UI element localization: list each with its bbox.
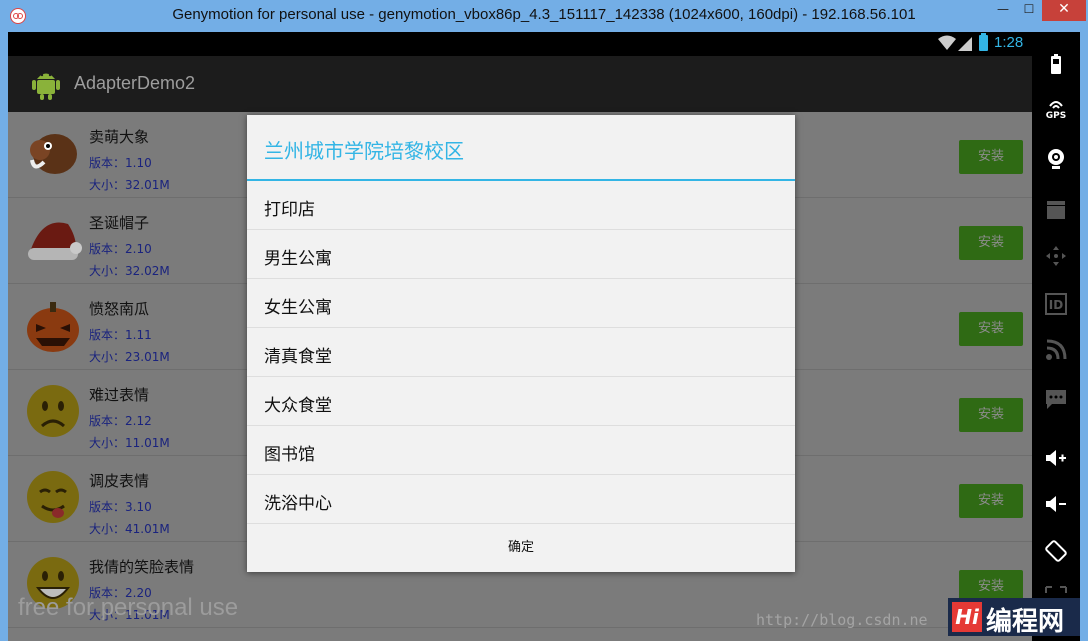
sad-face-icon: [27, 385, 79, 437]
dialog-item[interactable]: 清真食堂: [247, 328, 795, 377]
dialog-item[interactable]: 男生公寓: [247, 230, 795, 279]
signal-icon: [958, 37, 972, 51]
install-button[interactable]: 安装: [959, 484, 1023, 518]
status-time: 1:28: [994, 34, 1024, 51]
minimize-button[interactable]: —: [990, 0, 1016, 21]
battery-icon: [979, 33, 988, 51]
window-title: Genymotion for personal use - genymotion…: [172, 6, 916, 23]
dialog-item[interactable]: 女生公寓: [247, 279, 795, 328]
volume-up-icon[interactable]: [1044, 446, 1068, 470]
action-bar: AdapterDemo2: [8, 56, 1032, 112]
device-id-label: ID: [1048, 298, 1064, 312]
app-size: 大小：32.02M: [89, 264, 170, 278]
screencast-icon[interactable]: [1044, 197, 1068, 221]
battery-widget-icon[interactable]: [1044, 52, 1068, 76]
window-frame-left: [0, 32, 8, 641]
app-name: 圣诞帽子: [89, 214, 150, 232]
app-version: 版本：1.10: [89, 156, 152, 170]
app-name: 卖萌大象: [89, 128, 150, 146]
app-version: 版本：2.12: [89, 414, 152, 428]
install-button[interactable]: 安装: [959, 398, 1023, 432]
close-button[interactable]: ✕: [1042, 0, 1086, 21]
dialog-item-label: 大众食堂: [264, 396, 332, 416]
app-version: 版本：2.10: [89, 242, 152, 256]
app-size: 大小：32.01M: [89, 178, 170, 192]
dialog-item-label: 男生公寓: [264, 249, 332, 269]
rotate-icon[interactable]: [1044, 539, 1068, 563]
app-name: 难过表情: [89, 386, 150, 404]
site-logo-mark: Hi: [952, 602, 982, 632]
android-robot-icon[interactable]: [28, 66, 64, 102]
app-version: 版本：1.11: [89, 328, 152, 342]
dialog-item[interactable]: 图书馆: [247, 426, 795, 475]
pumpkin-icon: [27, 302, 79, 352]
app-title: AdapterDemo2: [74, 73, 196, 93]
window-titlebar: Genymotion for personal use - genymotion…: [0, 0, 1088, 32]
elephant-icon: [30, 134, 77, 174]
app-size: 大小：41.01M: [89, 522, 170, 536]
dialog-title: 兰州城市学院培黎校区: [264, 139, 464, 163]
sms-icon[interactable]: [1044, 387, 1068, 411]
scale-icon[interactable]: [1044, 585, 1068, 599]
rss-icon[interactable]: [1044, 338, 1068, 362]
webcam-icon[interactable]: [1044, 147, 1068, 171]
gps-icon[interactable]: [1044, 98, 1068, 112]
gps-label: GPS: [1045, 111, 1067, 121]
genymotion-toolbar: GPS ID: [1032, 32, 1080, 641]
dialog-item[interactable]: 大众食堂: [247, 377, 795, 426]
dialog-item-label: 清真食堂: [264, 347, 332, 367]
dialog-title-bar: 兰州城市学院培黎校区: [247, 115, 795, 181]
dialog-item-label: 打印店: [264, 200, 315, 220]
dialog-item-label: 图书馆: [264, 445, 315, 465]
emulator-screen: 1:28 AdapterDemo2 卖萌大象 版本：1.10 大小：32.01M: [8, 32, 1032, 641]
app-name: 我倩的笑脸表情: [89, 558, 195, 576]
dpad-icon[interactable]: [1044, 244, 1068, 268]
app-version: 版本：3.10: [89, 500, 152, 514]
dialog-item-label: 女生公寓: [264, 298, 332, 318]
personal-use-watermark: free for personal use: [18, 594, 239, 621]
app-name: 愤怒南瓜: [89, 300, 150, 318]
dialog-item-label: 洗浴中心: [264, 494, 332, 514]
site-logo: Hi 编程网: [948, 598, 1080, 637]
csdn-watermark: http://blog.csdn.ne: [756, 611, 928, 629]
app-name: 调皮表情: [89, 472, 150, 490]
maximize-button[interactable]: ☐: [1016, 0, 1042, 21]
status-bar: 1:28: [8, 32, 1032, 56]
site-logo-text: 编程网: [986, 607, 1065, 637]
campus-dialog: 兰州城市学院培黎校区 打印店 男生公寓 女生公寓 清真食堂 大众食堂 图书馆 洗…: [247, 115, 795, 572]
window-frame-right: [1080, 32, 1088, 641]
volume-down-icon[interactable]: [1044, 492, 1068, 516]
app-size: 大小：23.01M: [89, 350, 170, 364]
wifi-icon: [938, 35, 956, 50]
install-button[interactable]: 安装: [959, 312, 1023, 346]
dialog-item[interactable]: 打印店: [247, 181, 795, 230]
install-button[interactable]: 安装: [959, 226, 1023, 260]
app-size: 大小：11.01M: [89, 436, 170, 450]
install-button[interactable]: 安装: [959, 140, 1023, 174]
dialog-item[interactable]: 洗浴中心: [247, 475, 795, 524]
dialog-ok-button[interactable]: 确定: [247, 523, 795, 572]
santa-hat-icon: [28, 222, 82, 260]
tongue-face-icon: [27, 471, 79, 523]
